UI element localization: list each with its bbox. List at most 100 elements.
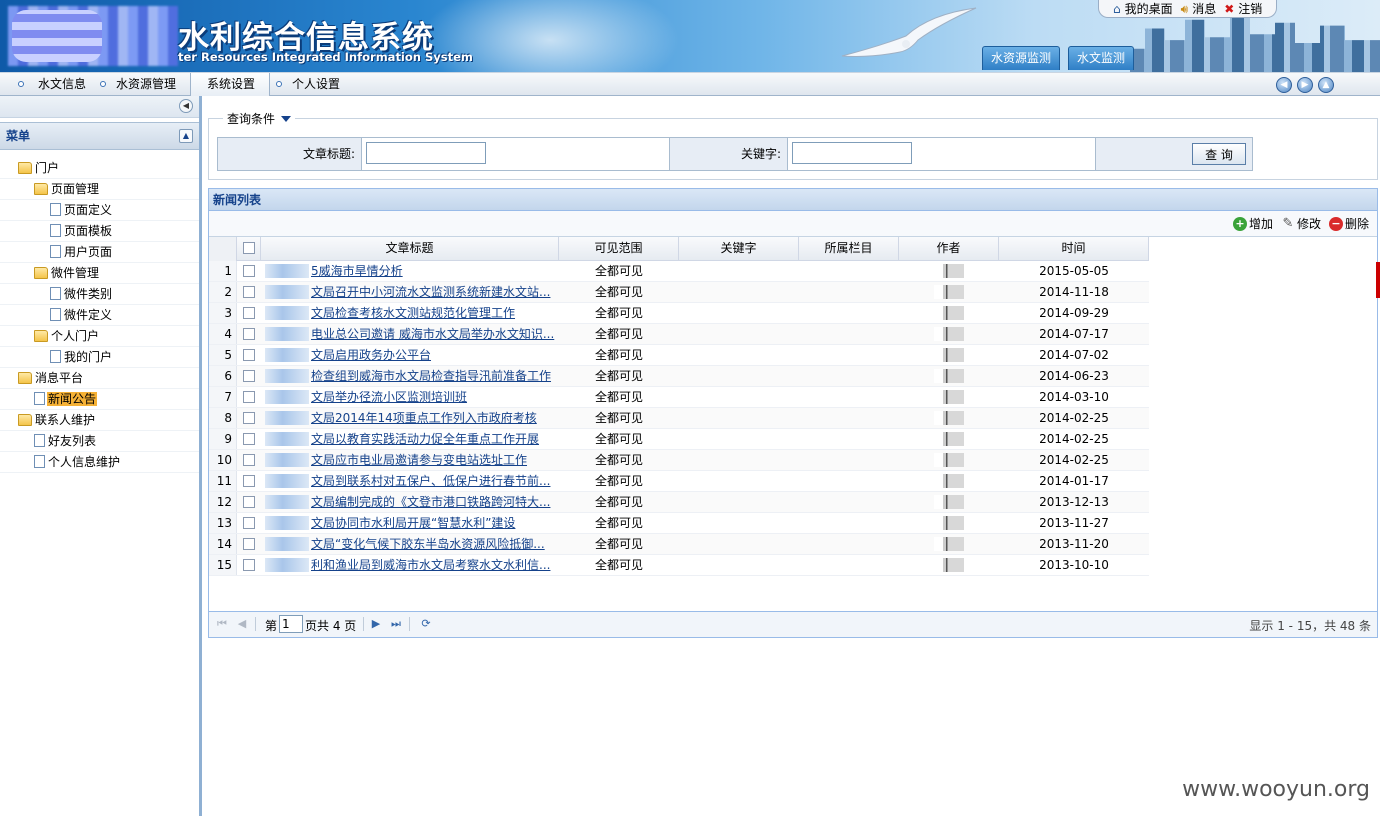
row-checkbox[interactable] xyxy=(243,454,255,466)
back-icon[interactable]: ◀ xyxy=(1276,77,1292,93)
article-title-link[interactable]: 文局检查考核水文测站规范化管理工作 xyxy=(311,306,515,320)
row-checkbox[interactable] xyxy=(243,517,255,529)
tree-item[interactable]: 新闻公告 xyxy=(0,389,199,410)
query-toggle[interactable]: 查询条件 xyxy=(223,110,296,127)
chevron-up-icon[interactable]: ▲ xyxy=(179,129,193,143)
tree-item[interactable]: 消息平台 xyxy=(0,368,199,389)
article-title-link[interactable]: 文局应市电业局邀请参与变电站选址工作 xyxy=(311,453,527,467)
messages-link[interactable]: 🔊︎ 消息 xyxy=(1181,0,1217,17)
row-checkbox[interactable] xyxy=(243,475,255,487)
row-number: 11 xyxy=(209,471,237,491)
row-checkbox[interactable] xyxy=(243,538,255,550)
article-title-link[interactable]: 检查组到威海市水文局检查指导汛前准备工作 xyxy=(311,369,551,383)
article-title-link[interactable]: 文局召开中小河流水文监测系统新建水文站... xyxy=(311,285,550,299)
my-desktop-link[interactable]: ⌂ 我的桌面 xyxy=(1113,0,1173,17)
col-header-range[interactable]: 可见范围 xyxy=(559,237,679,261)
keyword-cell xyxy=(679,261,799,281)
article-title-link[interactable]: 电业总公司邀请 威海市水文局举办水文知识... xyxy=(311,327,554,341)
table-row[interactable]: 14 文局“变化气候下胶东半岛水资源风险抵御... 全都可见 2013-11-20 xyxy=(209,534,1149,555)
table-row[interactable]: 15 利和渔业局到威海市水文局考察水文水利信... 全都可见 2013-10-10 xyxy=(209,555,1149,576)
tab-water-resource-monitoring[interactable]: 水资源监测 xyxy=(982,46,1061,70)
up-icon[interactable]: ▲ xyxy=(1318,77,1334,93)
col-header-title[interactable]: 文章标题 xyxy=(261,237,559,261)
row-checkbox[interactable] xyxy=(243,307,255,319)
article-title-link[interactable]: 文局以教育实践活动力促全年重点工作开展 xyxy=(311,432,539,446)
table-row[interactable]: 5 文局启用政务办公平台 全都可见 2014-07-02 xyxy=(209,345,1149,366)
tree-item[interactable]: 用户页面 xyxy=(0,242,199,263)
row-checkbox[interactable] xyxy=(243,496,255,508)
title-input[interactable] xyxy=(366,142,486,164)
tree-item[interactable]: 页面定义 xyxy=(0,200,199,221)
refresh-icon[interactable]: ⟳ xyxy=(419,617,433,631)
tab-hydrology-monitoring[interactable]: 水文监测 xyxy=(1068,46,1135,70)
table-row[interactable]: 8 文局2014年14项重点工作列入市政府考核 全都可见 2014-02-25 xyxy=(209,408,1149,429)
tree-item[interactable]: 个人信息维护 xyxy=(0,452,199,473)
col-header-column[interactable]: 所属栏目 xyxy=(799,237,899,261)
table-row[interactable]: 9 文局以教育实践活动力促全年重点工作开展 全都可见 2014-02-25 xyxy=(209,429,1149,450)
article-title-link[interactable]: 文局2014年14项重点工作列入市政府考核 xyxy=(311,411,537,425)
article-title-link[interactable]: 文局举办径流小区监测培训班 xyxy=(311,390,467,404)
col-header-author[interactable]: 作者 xyxy=(899,237,999,261)
table-row[interactable]: 1 5威海市旱情分析 全都可见 2015-05-05 xyxy=(209,261,1149,282)
menu-hydrology-info[interactable]: 水文信息 xyxy=(0,73,94,96)
page-number-input[interactable] xyxy=(279,615,303,633)
author-cell xyxy=(899,513,999,533)
menu-water-resource-mgmt[interactable]: 水资源管理 xyxy=(96,73,188,96)
tree-item[interactable]: 门户 xyxy=(0,158,199,179)
tree-item[interactable]: 个人门户 xyxy=(0,326,199,347)
row-select-cell xyxy=(237,408,261,428)
row-checkbox[interactable] xyxy=(243,370,255,382)
forward-icon[interactable]: ▶ xyxy=(1297,77,1313,93)
tree-item[interactable]: 我的门户 xyxy=(0,347,199,368)
bullet-icon xyxy=(100,81,106,87)
row-checkbox[interactable] xyxy=(243,412,255,424)
edit-button[interactable]: ✎ 修改 xyxy=(1281,215,1321,232)
article-title-link[interactable]: 文局“变化气候下胶东半岛水资源风险抵御... xyxy=(311,537,545,551)
row-checkbox[interactable] xyxy=(243,433,255,445)
menu-system-settings[interactable]: 系统设置 xyxy=(190,73,270,96)
row-checkbox[interactable] xyxy=(243,391,255,403)
first-page-icon[interactable]: ⏮ xyxy=(215,617,229,631)
col-header-keyword[interactable]: 关键字 xyxy=(679,237,799,261)
table-row[interactable]: 7 文局举办径流小区监测培训班 全都可见 2014-03-10 xyxy=(209,387,1149,408)
select-all-checkbox[interactable] xyxy=(242,242,255,254)
table-row[interactable]: 6 检查组到威海市水文局检查指导汛前准备工作 全都可见 2014-06-23 xyxy=(209,366,1149,387)
tree-item[interactable]: 微件定义 xyxy=(0,305,199,326)
article-title-link[interactable]: 文局到联系村对五保户、低保户进行春节前... xyxy=(311,474,550,488)
prev-page-icon[interactable]: ◀ xyxy=(235,617,249,631)
table-row[interactable]: 3 文局检查考核水文测站规范化管理工作 全都可见 2014-09-29 xyxy=(209,303,1149,324)
row-checkbox[interactable] xyxy=(243,559,255,571)
collapse-sidebar-icon[interactable]: ◀ xyxy=(179,99,193,113)
table-row[interactable]: 2 文局召开中小河流水文监测系统新建水文站... 全都可见 2014-11-18 xyxy=(209,282,1149,303)
row-checkbox[interactable] xyxy=(243,286,255,298)
keyword-input[interactable] xyxy=(792,142,912,164)
article-title-link[interactable]: 利和渔业局到威海市水文局考察水文水利信... xyxy=(311,558,550,572)
search-button[interactable]: 查 询 xyxy=(1192,143,1246,165)
tree-item[interactable]: 微件管理 xyxy=(0,263,199,284)
row-checkbox[interactable] xyxy=(243,265,255,277)
article-title-link[interactable]: 文局协同市水利局开展“智慧水利”建设 xyxy=(311,516,515,530)
row-checkbox[interactable] xyxy=(243,328,255,340)
article-title-link[interactable]: 文局编制完成的《文登市港口铁路跨河特大... xyxy=(311,495,550,509)
delete-button[interactable]: − 删除 xyxy=(1329,215,1369,232)
last-page-icon[interactable]: ⏭ xyxy=(389,617,403,631)
tree-item[interactable]: 页面模板 xyxy=(0,221,199,242)
article-title-link[interactable]: 文局启用政务办公平台 xyxy=(311,348,431,362)
logout-link[interactable]: ✖ 注销 xyxy=(1224,0,1262,17)
table-row[interactable]: 11 文局到联系村对五保户、低保户进行春节前... 全都可见 2014-01-17 xyxy=(209,471,1149,492)
add-button[interactable]: + 增加 xyxy=(1233,215,1273,232)
article-title-link[interactable]: 5威海市旱情分析 xyxy=(311,264,403,278)
table-row[interactable]: 4 电业总公司邀请 威海市水文局举办水文知识... 全都可见 2014-07-17 xyxy=(209,324,1149,345)
tree-item[interactable]: 页面管理 xyxy=(0,179,199,200)
table-row[interactable]: 13 文局协同市水利局开展“智慧水利”建设 全都可见 2013-11-27 xyxy=(209,513,1149,534)
table-row[interactable]: 12 文局编制完成的《文登市港口铁路跨河特大... 全都可见 2013-12-13 xyxy=(209,492,1149,513)
tree-item[interactable]: 微件类别 xyxy=(0,284,199,305)
menu-personal-settings[interactable]: 个人设置 xyxy=(272,73,352,96)
tree-item[interactable]: 联系人维护 xyxy=(0,410,199,431)
row-checkbox[interactable] xyxy=(243,349,255,361)
col-header-time[interactable]: 时间 xyxy=(999,237,1149,261)
visibility-cell: 全都可见 xyxy=(594,348,643,362)
table-row[interactable]: 10 文局应市电业局邀请参与变电站选址工作 全都可见 2014-02-25 xyxy=(209,450,1149,471)
tree-item[interactable]: 好友列表 xyxy=(0,431,199,452)
next-page-icon[interactable]: ▶ xyxy=(369,617,383,631)
